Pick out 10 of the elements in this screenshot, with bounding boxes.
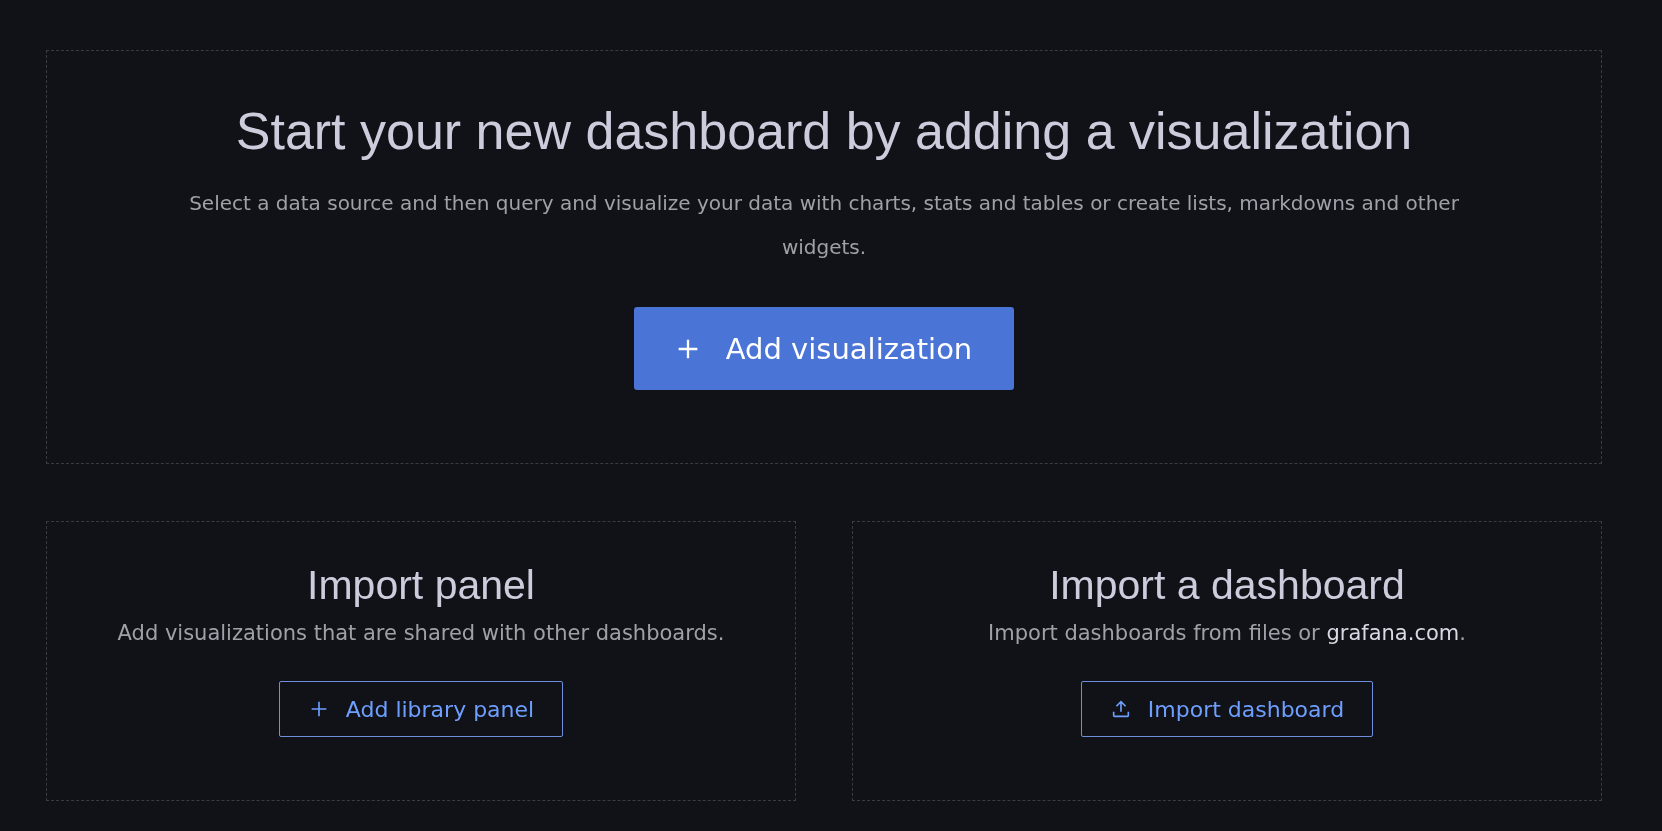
card-button[interactable]: Import dashboard: [1080, 681, 1374, 737]
grafana-link[interactable]: grafana.com: [1326, 621, 1460, 645]
hero-title: Start your new dashboard by adding a visualization: [235, 101, 1413, 161]
hero-description: Select a data source and then query and visualize your data with charts, stats and tables or create lists, markdowns and other widgets.: [188, 190, 1460, 261]
card-description: Import dashboards from files or grafana.com.: [988, 621, 1466, 645]
card-button[interactable]: Add library panel: [278, 681, 564, 737]
card-title: Import panel: [307, 562, 535, 609]
card-title: Import a dashboard: [1049, 562, 1405, 609]
card-description: Add visualizations that are shared with other dashboards.: [117, 621, 725, 645]
add-visualization-button[interactable]: Add visualization: [633, 307, 1015, 390]
